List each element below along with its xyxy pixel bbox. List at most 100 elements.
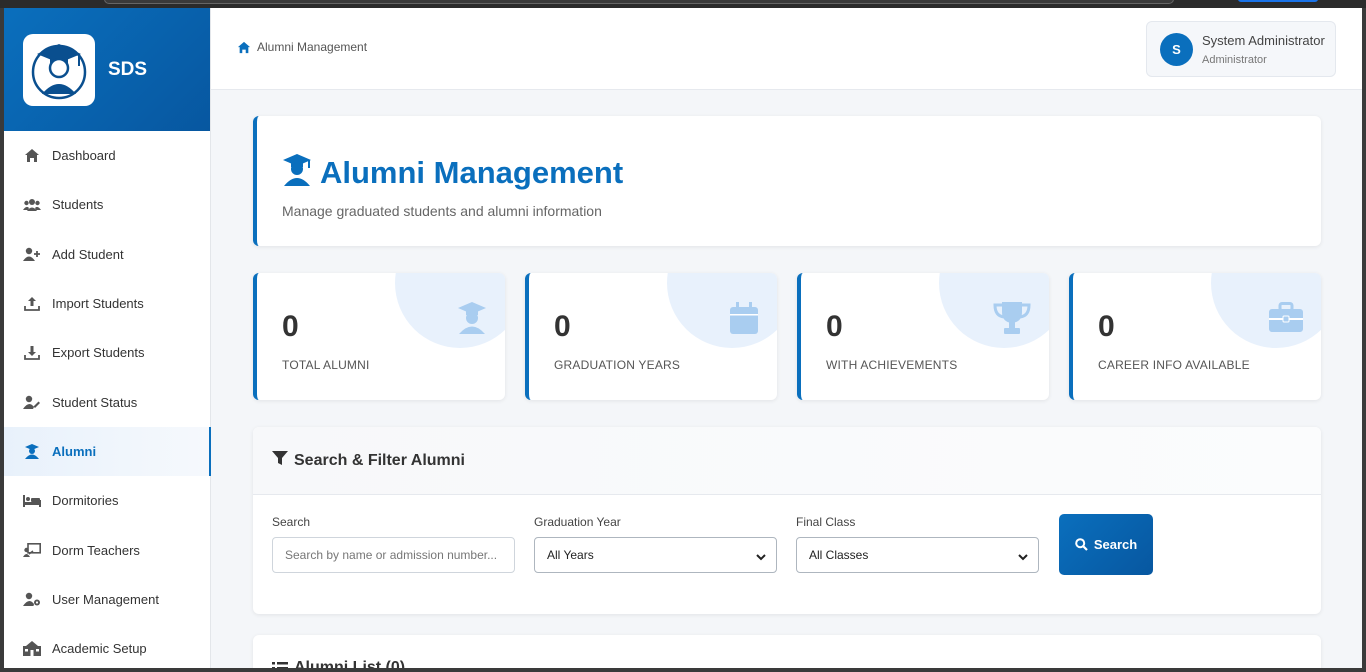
upload-icon <box>23 295 41 313</box>
avatar: S <box>1160 32 1193 66</box>
user-menu[interactable]: S System Administrator Administrator <box>1146 21 1336 77</box>
stat-value: 0 <box>1098 310 1115 343</box>
graduation-year-field-group: Graduation Year All Years <box>534 515 777 573</box>
user-name: System Administrator <box>1202 32 1325 48</box>
app-window: SDS Dashboard Students Add Student Impor… <box>4 8 1362 668</box>
stat-label: TOTAL ALUMNI <box>282 358 370 372</box>
top-header: Alumni Management S System Administrator… <box>211 8 1362 90</box>
browser-address-bar[interactable] <box>104 0 1174 4</box>
filter-title: Search & Filter Alumni <box>294 451 465 469</box>
stat-card-career-info: 0 CAREER INFO AVAILABLE <box>1069 273 1321 400</box>
sidebar-nav: Dashboard Students Add Student Import St… <box>4 131 211 668</box>
sidebar: SDS Dashboard Students Add Student Impor… <box>4 8 211 668</box>
search-icon <box>1075 538 1088 551</box>
stat-decoration <box>667 273 777 348</box>
briefcase-icon <box>1269 302 1303 337</box>
logo <box>23 33 95 106</box>
page-title: Alumni Management <box>320 154 624 190</box>
calendar-icon <box>729 302 759 339</box>
sidebar-item-label: Export Students <box>52 345 145 361</box>
bed-icon <box>23 492 41 510</box>
alumni-list-title: Alumni List (0) <box>294 659 406 668</box>
download-icon <box>23 344 41 362</box>
filter-card: Search & Filter Alumni Search Search by … <box>253 427 1321 614</box>
stat-card-graduation-years: 0 GRADUATION YEARS <box>525 273 777 400</box>
sidebar-item-label: Students <box>52 197 104 213</box>
sidebar-item-export-students[interactable]: Export Students <box>4 328 210 377</box>
breadcrumb: Alumni Management <box>237 40 367 54</box>
browser-top-strip <box>0 0 1366 8</box>
search-label: Search <box>272 515 311 529</box>
graduate-logo-icon <box>31 43 87 99</box>
stat-label: CAREER INFO AVAILABLE <box>1098 358 1250 372</box>
sidebar-item-students[interactable]: Students <box>4 180 210 229</box>
filter-icon <box>272 450 288 471</box>
home-icon <box>23 147 41 165</box>
graduation-year-label: Graduation Year <box>534 515 621 529</box>
sidebar-item-label: Alumni <box>52 443 97 459</box>
alumni-list-header: Alumni List (0) <box>272 659 405 668</box>
sidebar-item-student-status[interactable]: Student Status <box>4 377 210 426</box>
search-button-label: Search <box>1093 537 1138 552</box>
sidebar-item-label: User Management <box>52 591 159 607</box>
user-plus-icon <box>23 245 41 263</box>
search-field-group: Search Search by name or admission numbe… <box>272 515 515 573</box>
stat-value: 0 <box>826 310 843 343</box>
users-icon <box>23 196 41 214</box>
page-subtitle: Manage graduated students and alumni inf… <box>282 203 602 219</box>
user-role: Administrator <box>1202 53 1267 66</box>
alumni-list-card: Alumni List (0) <box>253 635 1321 668</box>
sidebar-item-label: Dormitories <box>52 493 119 509</box>
school-icon <box>23 640 41 658</box>
user-edit-icon <box>23 393 41 411</box>
sidebar-item-label: Import Students <box>52 296 144 312</box>
chalkboard-teacher-icon <box>23 541 41 559</box>
sidebar-item-dorm-teachers[interactable]: Dorm Teachers <box>4 525 210 574</box>
sidebar-item-add-student[interactable]: Add Student <box>4 230 210 279</box>
page-title-card: Alumni Management Manage graduated stude… <box>253 116 1321 246</box>
sidebar-item-dashboard[interactable]: Dashboard <box>4 131 210 180</box>
search-button[interactable]: Search <box>1059 514 1153 575</box>
sidebar-item-academic-setup[interactable]: Academic Setup <box>4 624 210 668</box>
chevron-down-icon <box>756 550 766 564</box>
stat-label: WITH ACHIEVEMENTS <box>826 358 958 372</box>
stat-decoration <box>1211 273 1321 348</box>
graduation-year-select[interactable]: All Years <box>534 537 777 573</box>
user-cog-icon <box>23 590 41 608</box>
search-input[interactable]: Search by name or admission number... <box>272 537 515 573</box>
breadcrumb-current: Alumni Management <box>257 40 368 54</box>
graduation-year-value: All Years <box>547 548 594 562</box>
stat-decoration <box>395 273 505 348</box>
user-info: System Administrator Administrator <box>1202 33 1325 66</box>
sidebar-item-alumni[interactable]: Alumni <box>4 426 211 477</box>
trophy-icon <box>993 302 1031 339</box>
sidebar-item-import-students[interactable]: Import Students <box>4 279 210 328</box>
graduate-icon <box>282 154 312 191</box>
stat-card-total-alumni: 0 TOTAL ALUMNI <box>253 273 505 400</box>
stat-value: 0 <box>554 310 571 343</box>
final-class-field-group: Final Class All Classes <box>796 515 1039 573</box>
filter-header: Search & Filter Alumni <box>253 427 1321 495</box>
brand-name: SDS <box>108 58 148 80</box>
sidebar-item-label: Dashboard <box>52 148 116 164</box>
sidebar-item-label: Academic Setup <box>52 641 147 657</box>
sidebar-item-label: Student Status <box>52 394 138 410</box>
browser-button[interactable] <box>1238 0 1318 2</box>
sidebar-item-user-management[interactable]: User Management <box>4 575 210 624</box>
title-row: Alumni Management <box>282 154 623 191</box>
chevron-down-icon <box>1018 550 1028 564</box>
sidebar-item-dormitories[interactable]: Dormitories <box>4 476 210 525</box>
sidebar-item-label: Dorm Teachers <box>52 542 140 558</box>
graduate-icon <box>23 442 41 460</box>
graduate-icon <box>457 302 487 339</box>
sidebar-item-label: Add Student <box>52 246 124 262</box>
stat-card-with-achievements: 0 WITH ACHIEVEMENTS <box>797 273 1049 400</box>
stat-label: GRADUATION YEARS <box>554 358 681 372</box>
final-class-value: All Classes <box>809 548 869 562</box>
stat-value: 0 <box>282 310 299 343</box>
list-icon <box>272 661 288 668</box>
final-class-select[interactable]: All Classes <box>796 537 1039 573</box>
final-class-label: Final Class <box>796 515 856 529</box>
home-icon[interactable] <box>237 41 251 54</box>
brand: SDS <box>4 8 210 131</box>
